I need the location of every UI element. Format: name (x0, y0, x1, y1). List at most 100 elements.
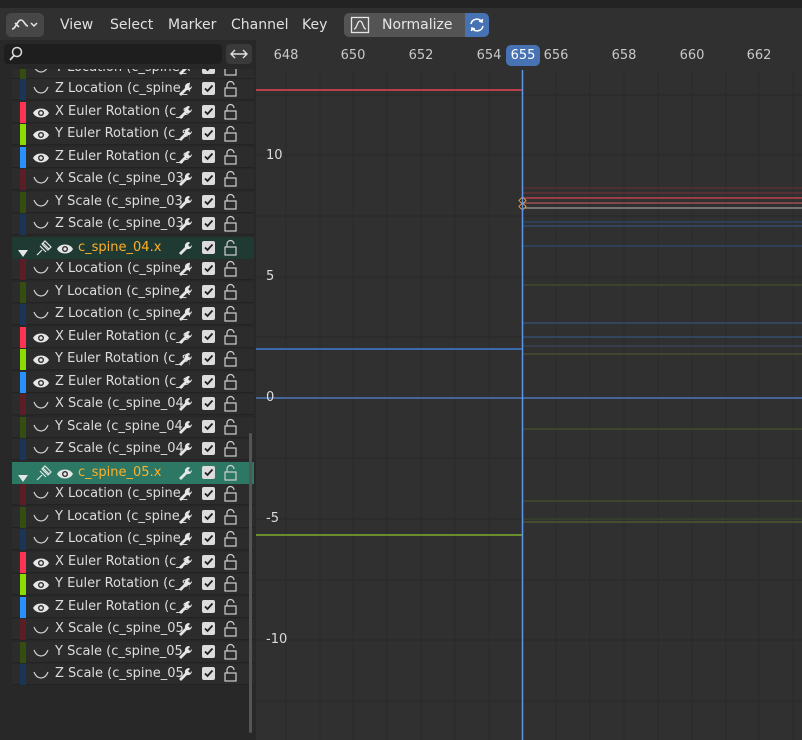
visibility-toggle[interactable] (32, 555, 50, 569)
visibility-toggle[interactable] (32, 105, 50, 119)
channel-row[interactable]: X Location (c_spine_05 (12, 484, 254, 505)
channel-enable-checkbox[interactable] (202, 262, 215, 275)
modifier-toggle[interactable] (178, 352, 194, 372)
channel-row[interactable]: Y Scale (c_spine_03 (12, 191, 254, 215)
lock-toggle[interactable] (222, 239, 240, 261)
channel-enable-checkbox[interactable] (202, 329, 215, 343)
modifier-toggle[interactable] (178, 307, 194, 327)
channel-row[interactable]: X Scale (c_spine_04 (12, 394, 254, 415)
visibility-toggle[interactable] (56, 241, 74, 260)
channel-row[interactable]: Y Euler Rotation (c_spine_05 (12, 574, 254, 595)
modifier-toggle[interactable] (178, 600, 194, 620)
visibility-toggle[interactable] (32, 600, 50, 614)
channel-row[interactable]: Y Scale (c_spine_05 (12, 641, 254, 665)
channel-enable-checkbox[interactable] (202, 104, 215, 118)
channel-enable-checkbox[interactable] (202, 442, 215, 455)
modifier-toggle[interactable] (178, 172, 194, 192)
lock-toggle[interactable] (222, 328, 240, 350)
visibility-toggle[interactable] (32, 420, 50, 434)
channel-enable-checkbox[interactable] (202, 397, 215, 410)
visibility-toggle[interactable] (32, 645, 50, 659)
frame-ruler[interactable]: 648 650 652 654 656 658 660 662 655 (256, 40, 802, 70)
visibility-toggle[interactable] (32, 127, 50, 141)
modifier-toggle[interactable] (178, 577, 194, 597)
modifier-toggle[interactable] (178, 195, 194, 215)
modifier-toggle[interactable] (178, 442, 194, 462)
lock-toggle[interactable] (222, 170, 240, 192)
modifier-toggle[interactable] (178, 127, 194, 147)
channel-enable-checkbox[interactable] (202, 172, 215, 185)
swap-filter-button[interactable] (226, 44, 252, 64)
channel-enable-checkbox[interactable] (202, 374, 215, 388)
channel-enable-checkbox[interactable] (202, 307, 215, 320)
channel-enable-checkbox[interactable] (202, 352, 215, 365)
lock-toggle[interactable] (222, 260, 240, 282)
channel-row[interactable]: Y Euler Rotation (c_spine_03 (12, 124, 254, 145)
lock-toggle[interactable] (222, 215, 240, 237)
visibility-toggle[interactable] (32, 667, 50, 681)
menu-view[interactable]: View (60, 17, 93, 33)
channel-row[interactable]: Z Location (c_spine_04 (12, 304, 254, 325)
lock-toggle[interactable] (222, 193, 240, 215)
channel-row[interactable]: X Location (c_spine_04 (12, 259, 254, 280)
channel-row[interactable]: Y Scale (c_spine_04 (12, 416, 254, 440)
lock-toggle[interactable] (222, 508, 240, 530)
graph-area[interactable]: 10 5 0 -5 -10 (256, 70, 802, 740)
channel-row[interactable]: Y Location (c_spine_03 (12, 69, 254, 79)
channel-enable-checkbox[interactable] (202, 419, 215, 433)
channel-row[interactable]: Z Scale (c_spine_03 (12, 214, 254, 235)
modifier-toggle[interactable] (178, 105, 194, 125)
channel-enable-checkbox[interactable] (202, 599, 215, 613)
channel-enable-checkbox[interactable] (202, 622, 215, 635)
normalize-toggle[interactable]: Normalize (344, 13, 465, 37)
lock-toggle[interactable] (222, 350, 240, 372)
modifier-toggle[interactable] (178, 397, 194, 417)
channel-row[interactable]: Z Euler Rotation (c_spine_04 (12, 371, 254, 395)
modifier-toggle[interactable] (178, 375, 194, 395)
channel-enable-checkbox[interactable] (202, 667, 215, 680)
modifier-toggle[interactable] (178, 510, 194, 530)
lock-toggle[interactable] (222, 665, 240, 687)
modifier-toggle[interactable] (178, 82, 194, 102)
lock-toggle[interactable] (222, 283, 240, 305)
visibility-toggle[interactable] (32, 150, 50, 164)
modifier-toggle[interactable] (178, 555, 194, 575)
modifier-toggle[interactable] (178, 532, 194, 552)
visibility-toggle[interactable] (32, 217, 50, 231)
pin-toggle[interactable] (36, 464, 52, 485)
menu-key[interactable]: Key (302, 17, 327, 33)
channel-enable-checkbox[interactable] (202, 532, 215, 545)
channel-enable-checkbox[interactable] (202, 465, 215, 479)
channel-row[interactable]: Z Scale (c_spine_05 (12, 664, 254, 685)
lock-toggle[interactable] (222, 530, 240, 552)
channel-row[interactable]: Y Euler Rotation (c_spine_04 (12, 349, 254, 370)
modifier-toggle[interactable] (178, 330, 194, 350)
modifier-toggle[interactable] (178, 241, 194, 261)
channel-enable-checkbox[interactable] (202, 644, 215, 658)
lock-toggle[interactable] (222, 620, 240, 642)
channel-row[interactable]: Z Location (c_spine_05 (12, 529, 254, 550)
channel-enable-checkbox[interactable] (202, 577, 215, 590)
visibility-toggle[interactable] (56, 466, 74, 485)
modifier-toggle[interactable] (178, 217, 194, 237)
visibility-toggle[interactable] (32, 330, 50, 344)
channel-row[interactable]: X Euler Rotation (c_spine_03 (12, 101, 254, 125)
lock-toggle[interactable] (222, 418, 240, 440)
channel-row[interactable]: Y Location (c_spine_04 (12, 281, 254, 305)
menu-marker[interactable]: Marker (168, 17, 216, 33)
lock-toggle[interactable] (222, 125, 240, 147)
lock-toggle[interactable] (222, 643, 240, 665)
channel-enable-checkbox[interactable] (202, 554, 215, 568)
visibility-toggle[interactable] (32, 82, 50, 96)
channel-row[interactable]: Z Euler Rotation (c_spine_03 (12, 146, 254, 168)
channel-row[interactable]: Z Scale (c_spine_04 (12, 439, 254, 460)
modifier-toggle[interactable] (178, 487, 194, 507)
channel-enable-checkbox[interactable] (202, 240, 215, 254)
lock-toggle[interactable] (222, 464, 240, 486)
visibility-toggle[interactable] (32, 172, 50, 186)
visibility-toggle[interactable] (32, 442, 50, 456)
pin-toggle[interactable] (36, 239, 52, 260)
normalize-auto-button[interactable] (464, 13, 489, 37)
lock-toggle[interactable] (222, 575, 240, 597)
channel-enable-checkbox[interactable] (202, 82, 215, 95)
